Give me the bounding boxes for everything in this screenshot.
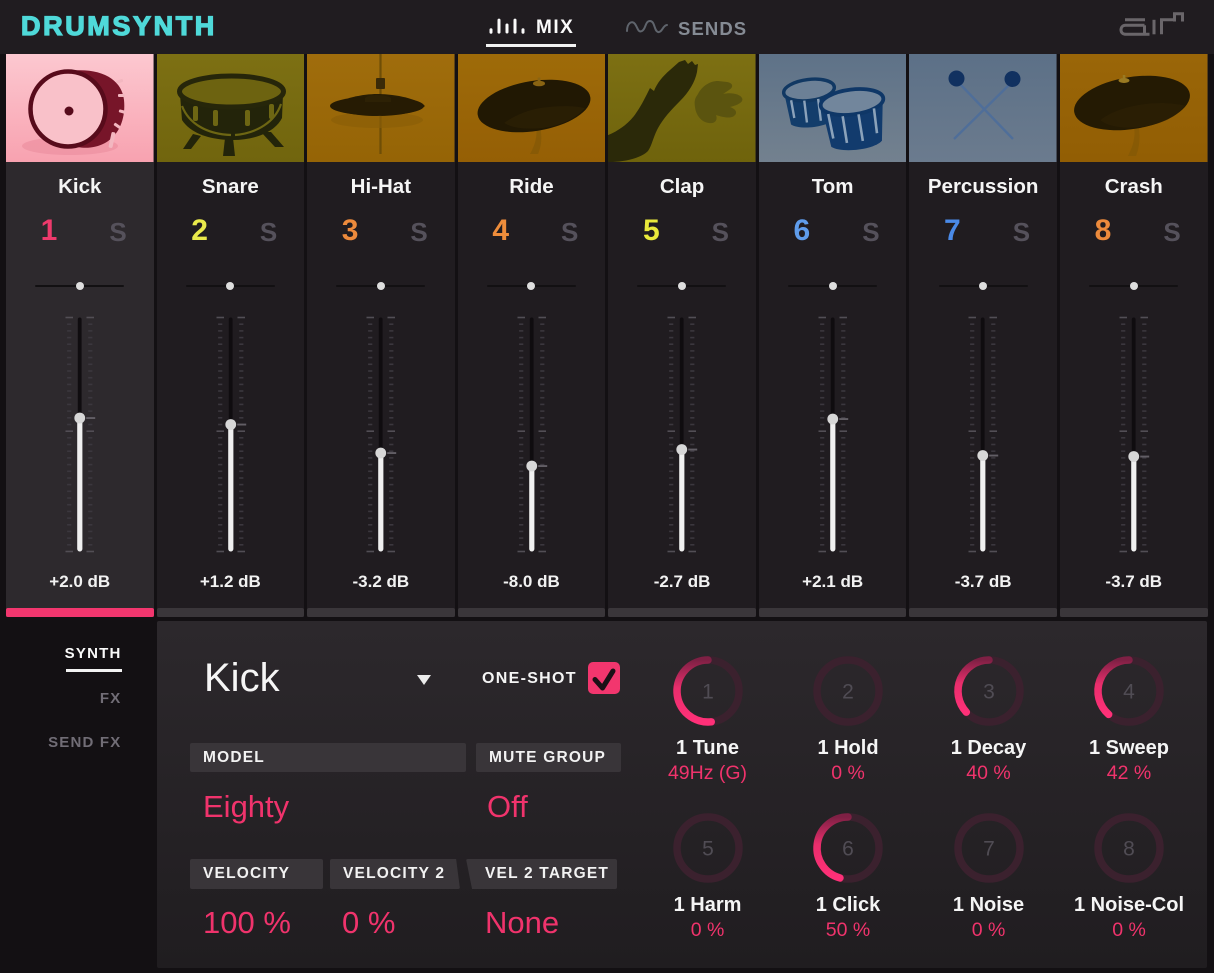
svg-text:6: 6 <box>842 838 854 861</box>
svg-text:8: 8 <box>1123 838 1135 861</box>
svg-text:1: 1 <box>702 681 714 704</box>
svg-text:7: 7 <box>983 838 995 861</box>
svg-text:5: 5 <box>702 838 714 861</box>
svg-text:3: 3 <box>983 681 995 704</box>
svg-text:4: 4 <box>1123 681 1135 704</box>
svg-text:2: 2 <box>842 681 854 704</box>
